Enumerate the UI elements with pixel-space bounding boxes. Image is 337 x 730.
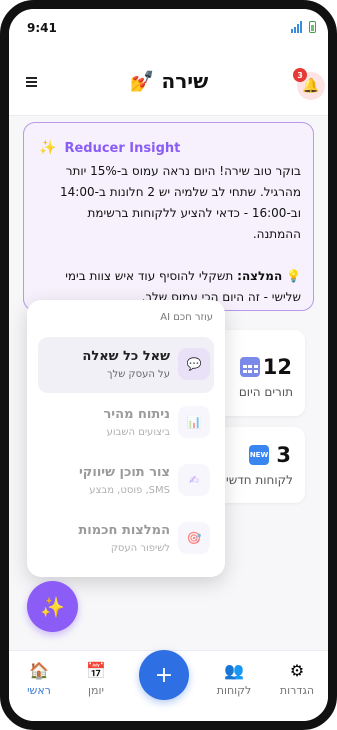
- sparkles-icon: ✨: [40, 594, 65, 619]
- ai-menu-header: עוזר חכם AI: [160, 312, 213, 323]
- ai-menu-item-ask[interactable]: 💬 שאל כל שאלה על העסק שלך: [38, 337, 214, 393]
- recommendation-label: המלצה:: [237, 269, 283, 283]
- signal-icon: [291, 21, 303, 33]
- insight-body: בוקר טוב שירה! היום נראה עמוס ב-15% יותר…: [36, 161, 301, 308]
- tab-label: הגדרות: [279, 684, 315, 697]
- page-title: שירה 💅: [129, 69, 209, 93]
- home-icon: 🏠: [29, 660, 49, 680]
- insight-header: ✨ Reducer Insight: [39, 140, 180, 156]
- stat-label: תורים היום: [238, 385, 293, 399]
- app-header: שירה 💅 🔔 3: [9, 47, 328, 116]
- notifications-button[interactable]: 🔔 3: [293, 68, 325, 100]
- bottom-tab-bar: 🏠 ראשי 📅 יומן + 👥 לקוחות ⚙ הגדרות: [9, 650, 328, 721]
- tab-settings[interactable]: ⚙ הגדרות: [272, 659, 322, 698]
- lightbulb-icon: 💡: [286, 269, 301, 283]
- new-badge-icon: NEW: [249, 445, 269, 465]
- bar-chart-icon: 📊: [178, 406, 210, 438]
- battery-icon: [309, 21, 316, 33]
- stat-value: 3: [276, 443, 291, 467]
- tab-home[interactable]: 🏠 ראשי: [14, 659, 64, 698]
- ai-item-title: שאל כל שאלה: [82, 349, 170, 364]
- status-bar: 9:41: [9, 9, 328, 47]
- ai-item-title: ניתוח מהיר: [103, 407, 170, 422]
- calendar-icon: [240, 357, 260, 377]
- notification-badge: 3: [293, 68, 307, 82]
- calendar-icon: 📅: [86, 660, 106, 680]
- ai-item-subtitle: ביצועים השבוע: [106, 427, 170, 438]
- tab-label: יומן: [88, 684, 104, 697]
- people-icon: 👥: [224, 660, 244, 680]
- ai-item-title: המלצות חכמות: [78, 523, 170, 538]
- tab-clients[interactable]: 👥 לקוחות: [209, 659, 259, 698]
- hamburger-menu-icon[interactable]: [26, 77, 37, 87]
- status-icons: [291, 21, 316, 33]
- insight-text: בוקר טוב שירה! היום נראה עמוס ב-15% יותר…: [60, 164, 301, 241]
- sparkle-icon: ✨: [39, 140, 57, 156]
- insight-card: ✨ Reducer Insight בוקר טוב שירה! היום נר…: [23, 122, 314, 311]
- writing-hand-icon: ✍: [178, 464, 210, 496]
- ai-menu-item-analysis[interactable]: 📊 ניתוח מהיר ביצועים השבוע: [38, 395, 214, 451]
- add-button[interactable]: +: [139, 650, 189, 700]
- stat-label: לקוחות חדשים: [218, 473, 293, 487]
- ai-item-subtitle: SMS, פוסט, מבצע: [89, 485, 170, 496]
- stat-value: 12: [262, 355, 292, 379]
- tab-calendar[interactable]: 📅 יומן: [71, 659, 121, 698]
- ai-fab-button[interactable]: ✨: [27, 581, 78, 632]
- ai-item-subtitle: לשיפור העסק: [110, 543, 170, 554]
- bell-icon: 🔔: [302, 78, 320, 94]
- ai-item-title: צור תוכן שיווקי: [78, 465, 170, 480]
- tab-label: לקוחות: [216, 684, 252, 697]
- ai-assistant-menu: עוזר חכם AI 💬 שאל כל שאלה על העסק שלך 📊 …: [27, 300, 225, 577]
- target-icon: 🎯: [178, 522, 210, 554]
- phone-frame: 9:41 שירה 💅 🔔 3 ✨ Reducer Insight בוקר ט…: [0, 0, 337, 730]
- ai-menu-item-recommendations[interactable]: 🎯 המלצות חכמות לשיפור העסק: [38, 511, 214, 567]
- tab-label: ראשי: [27, 684, 51, 697]
- status-time: 9:41: [27, 21, 57, 35]
- ai-menu-item-marketing[interactable]: ✍ צור תוכן שיווקי SMS, פוסט, מבצע: [38, 453, 214, 509]
- ai-item-subtitle: על העסק שלך: [107, 369, 170, 380]
- insight-title: Reducer Insight: [64, 140, 181, 156]
- gear-icon: ⚙: [289, 660, 305, 680]
- speech-bubble-icon: 💬: [178, 348, 210, 380]
